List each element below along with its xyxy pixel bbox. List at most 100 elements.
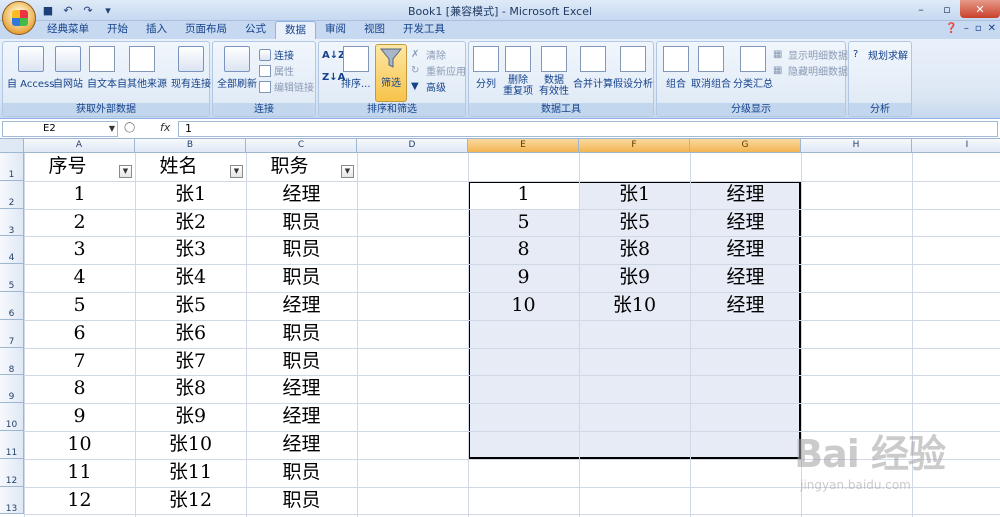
result-cell[interactable]: 经理 bbox=[690, 211, 801, 239]
result-cell[interactable]: 9 bbox=[468, 266, 579, 294]
result-cell[interactable]: 经理 bbox=[690, 266, 801, 294]
table-cell[interactable]: 职员 bbox=[246, 211, 357, 239]
advanced-filter-button[interactable]: ▼ 高级 bbox=[411, 79, 446, 95]
column-header-c[interactable]: C bbox=[246, 139, 357, 153]
table-cell[interactable]: 12 bbox=[24, 489, 135, 517]
tab-data[interactable]: 数据 bbox=[275, 21, 316, 39]
table-cell[interactable]: 1 bbox=[24, 183, 135, 211]
table-cell[interactable]: 职员 bbox=[246, 489, 357, 517]
table-cell[interactable]: 张2 bbox=[135, 211, 246, 239]
office-button[interactable] bbox=[2, 1, 36, 35]
table-cell[interactable]: 张10 bbox=[135, 433, 246, 461]
table-cell[interactable]: 5 bbox=[24, 294, 135, 322]
result-cell[interactable]: 张1 bbox=[579, 183, 690, 211]
table-cell[interactable]: 张1 bbox=[135, 183, 246, 211]
table-cell[interactable]: 张11 bbox=[135, 461, 246, 489]
what-if-button[interactable]: 假设分析 bbox=[613, 46, 653, 90]
tab-developer[interactable]: 开发工具 bbox=[394, 21, 454, 39]
result-cell[interactable]: 8 bbox=[468, 238, 579, 266]
row-header-7[interactable]: 7 bbox=[0, 319, 24, 348]
table-cell[interactable]: 经理 bbox=[246, 294, 357, 322]
table-cell[interactable]: 职员 bbox=[246, 461, 357, 489]
hide-detail-button[interactable]: ▦ 隐藏明细数据 bbox=[773, 63, 848, 79]
header-cell[interactable]: 职务 bbox=[234, 155, 345, 183]
table-cell[interactable]: 3 bbox=[24, 238, 135, 266]
chevron-down-icon[interactable]: ▼ bbox=[109, 122, 115, 136]
table-cell[interactable]: 张9 bbox=[135, 405, 246, 433]
column-header-a[interactable]: A bbox=[24, 139, 135, 153]
row-header-2[interactable]: 2 bbox=[0, 180, 24, 209]
table-cell[interactable]: 6 bbox=[24, 322, 135, 350]
table-cell[interactable]: 11 bbox=[24, 461, 135, 489]
table-cell[interactable]: 职员 bbox=[246, 238, 357, 266]
table-cell[interactable]: 经理 bbox=[246, 377, 357, 405]
tab-classic-menu[interactable]: 经典菜单 bbox=[38, 21, 98, 39]
result-cell[interactable]: 经理 bbox=[690, 294, 801, 322]
tab-home[interactable]: 开始 bbox=[98, 21, 137, 39]
tab-page-layout[interactable]: 页面布局 bbox=[176, 21, 236, 39]
column-header-f[interactable]: F bbox=[579, 139, 690, 153]
result-cell[interactable]: 张9 bbox=[579, 266, 690, 294]
remove-duplicates-button[interactable]: 删除 重复项 bbox=[503, 46, 533, 97]
expand-icon[interactable]: ◯ bbox=[124, 122, 135, 133]
table-cell[interactable]: 经理 bbox=[246, 433, 357, 461]
tab-formulas[interactable]: 公式 bbox=[236, 21, 275, 39]
result-cell[interactable]: 经理 bbox=[690, 183, 801, 211]
tab-insert[interactable]: 插入 bbox=[137, 21, 176, 39]
result-cell[interactable]: 5 bbox=[468, 211, 579, 239]
result-cell[interactable]: 张10 bbox=[579, 294, 690, 322]
table-cell[interactable]: 经理 bbox=[246, 405, 357, 433]
row-header-8[interactable]: 8 bbox=[0, 347, 24, 376]
filter-dropdown-icon[interactable]: ▼ bbox=[341, 165, 354, 178]
tab-view[interactable]: 视图 bbox=[355, 21, 394, 39]
table-cell[interactable]: 职员 bbox=[246, 322, 357, 350]
properties-button[interactable]: 属性 bbox=[259, 63, 294, 78]
row-header-13[interactable]: 13 bbox=[0, 486, 24, 515]
edit-links-button[interactable]: 编辑链接 bbox=[259, 79, 314, 94]
select-all-corner[interactable] bbox=[0, 139, 24, 153]
formula-input[interactable]: 1 bbox=[178, 121, 998, 137]
row-header-4[interactable]: 4 bbox=[0, 236, 24, 265]
show-detail-button[interactable]: ▦ 显示明细数据 bbox=[773, 47, 848, 63]
row-header-6[interactable]: 6 bbox=[0, 292, 24, 320]
table-cell[interactable]: 10 bbox=[24, 433, 135, 461]
minimize-button[interactable]: – bbox=[908, 0, 934, 18]
help-icon[interactable]: ❓ bbox=[945, 23, 957, 34]
table-cell[interactable]: 经理 bbox=[246, 183, 357, 211]
consolidate-button[interactable]: 合并计算 bbox=[573, 46, 613, 90]
row-header-5[interactable]: 5 bbox=[0, 264, 24, 292]
result-cell[interactable]: 经理 bbox=[690, 238, 801, 266]
clear-filter-button[interactable]: ✗ 清除 bbox=[411, 47, 446, 63]
close-button[interactable]: ✕ bbox=[960, 0, 1000, 18]
tab-review[interactable]: 审阅 bbox=[316, 21, 355, 39]
solver-button[interactable]: ? 规划求解 bbox=[853, 47, 908, 63]
row-header-10[interactable]: 10 bbox=[0, 403, 24, 431]
from-text-button[interactable]: 自文本 bbox=[87, 46, 117, 90]
row-header-12[interactable]: 12 bbox=[0, 458, 24, 487]
maximize-button[interactable]: ▫ bbox=[934, 0, 960, 18]
row-header-11[interactable]: 11 bbox=[0, 431, 24, 459]
existing-connections-button[interactable]: 现有连接 bbox=[171, 46, 211, 90]
result-cell[interactable]: 1 bbox=[468, 183, 579, 211]
table-cell[interactable]: 张12 bbox=[135, 489, 246, 517]
column-header-b[interactable]: B bbox=[135, 139, 246, 153]
from-other-sources-button[interactable]: 自其他来源 bbox=[117, 46, 167, 90]
column-header-i[interactable]: I bbox=[912, 139, 1000, 153]
column-header-h[interactable]: H bbox=[801, 139, 912, 153]
result-cell[interactable]: 张8 bbox=[579, 238, 690, 266]
table-cell[interactable]: 张4 bbox=[135, 266, 246, 294]
reapply-button[interactable]: ↻ 重新应用 bbox=[411, 63, 466, 79]
text-to-columns-button[interactable]: 分列 bbox=[473, 46, 499, 90]
table-cell[interactable]: 9 bbox=[24, 405, 135, 433]
filter-button[interactable]: 筛选 bbox=[375, 44, 407, 102]
table-cell[interactable]: 张3 bbox=[135, 238, 246, 266]
sort-button[interactable]: 排序... bbox=[341, 46, 371, 90]
connections-button[interactable]: 连接 bbox=[259, 47, 294, 62]
from-access-button[interactable]: 自 Access bbox=[7, 46, 54, 90]
header-cell[interactable]: 序号 bbox=[12, 155, 123, 183]
table-cell[interactable]: 2 bbox=[24, 211, 135, 239]
group-button[interactable]: 组合 bbox=[663, 46, 689, 90]
ribbon-minimize-icon[interactable]: – bbox=[964, 23, 969, 34]
table-cell[interactable]: 职员 bbox=[246, 266, 357, 294]
column-header-d[interactable]: D bbox=[357, 139, 468, 153]
